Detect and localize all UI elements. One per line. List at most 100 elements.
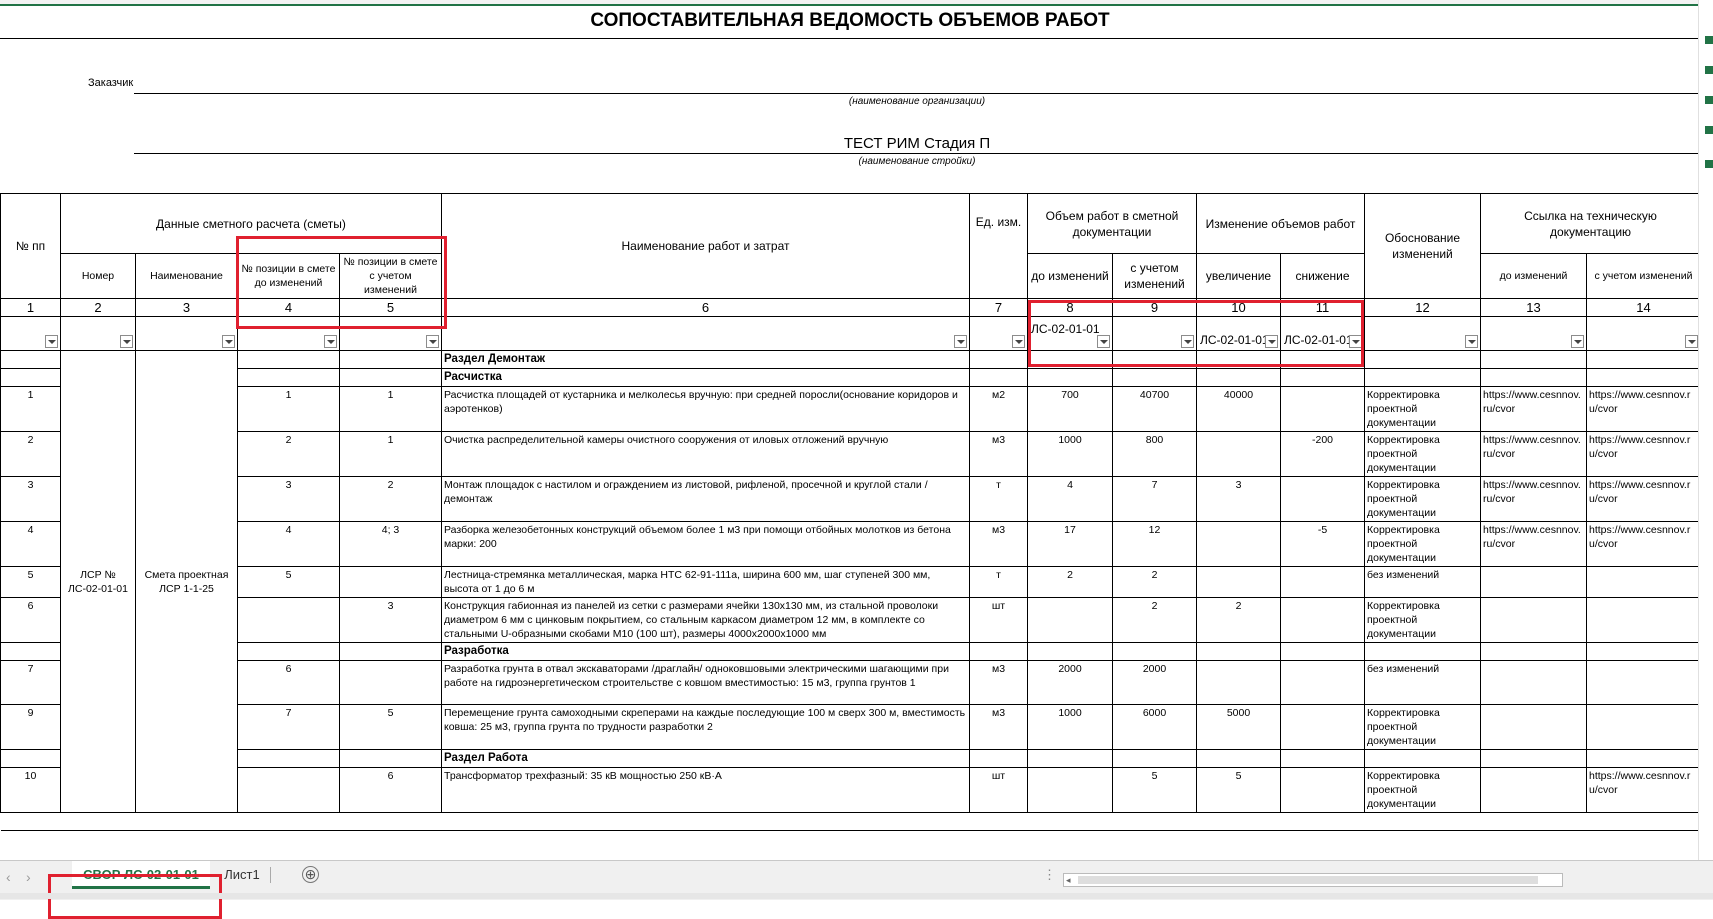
cell-pos-before[interactable]	[237, 350, 340, 369]
cell-empty[interactable]	[1027, 749, 1113, 768]
filter-dropdown-icon[interactable]	[1685, 335, 1698, 348]
section-title[interactable]: Расчистка	[441, 368, 970, 387]
cell-empty[interactable]	[1586, 368, 1701, 387]
cell-tech-after[interactable]	[1586, 566, 1701, 598]
cell-pos-after[interactable]	[339, 660, 442, 705]
cell-pos-before[interactable]: 6	[237, 660, 340, 705]
cell-pos-before[interactable]: 5	[237, 566, 340, 598]
cell-empty[interactable]	[339, 812, 442, 831]
cell-empty[interactable]	[1280, 642, 1365, 661]
filter-dropdown-icon[interactable]	[222, 335, 235, 348]
filter-cell-3[interactable]	[135, 316, 238, 351]
filter-dropdown-icon[interactable]	[1571, 335, 1584, 348]
cell-tech-before[interactable]	[1480, 704, 1587, 750]
cell-pos-after[interactable]: 1	[339, 386, 442, 432]
worksheet[interactable]: СОПОСТАВИТЕЛЬНАЯ ВЕДОМОСТЬ ОБЪЕМОВ РАБОТ…	[0, 0, 1713, 860]
cell-justification[interactable]: Корректировка проектной документации	[1364, 476, 1481, 522]
cell-pos-after[interactable]: 6	[339, 767, 442, 813]
filter-dropdown-icon[interactable]	[1265, 335, 1278, 348]
cell-empty[interactable]	[1280, 350, 1365, 369]
cell-volume-before[interactable]: 1000	[1027, 431, 1113, 477]
cell-unit[interactable]: м3	[969, 660, 1028, 705]
cell-volume-before[interactable]: 4	[1027, 476, 1113, 522]
cell-num[interactable]: 5	[0, 566, 61, 598]
cell-volume-before[interactable]: 700	[1027, 386, 1113, 432]
cell-empty[interactable]	[1586, 749, 1701, 768]
cell-work-name[interactable]: Очистка распределительной камеры очистно…	[441, 431, 970, 477]
filter-cell-4[interactable]	[237, 316, 340, 351]
cell-unit[interactable]: м3	[969, 431, 1028, 477]
filter-cell-10[interactable]: ЛС-02-01-01	[1196, 316, 1281, 351]
cell-empty[interactable]	[1480, 830, 1587, 849]
cell-pos-before[interactable]: 2	[237, 431, 340, 477]
cell-empty[interactable]	[237, 812, 340, 831]
cell-pos-after[interactable]: 1	[339, 431, 442, 477]
cell-pos-after[interactable]	[339, 350, 442, 369]
cell-pos-after[interactable]	[339, 749, 442, 768]
filter-cell-9[interactable]	[1112, 316, 1197, 351]
cell-empty[interactable]	[1364, 830, 1481, 849]
cell-unit[interactable]: т	[969, 476, 1028, 522]
cell-empty[interactable]	[1112, 749, 1197, 768]
cell-volume-after[interactable]: 2000	[1112, 660, 1197, 705]
tab-splitter-icon[interactable]: ⋮	[1043, 867, 1056, 883]
filter-dropdown-icon[interactable]	[324, 335, 337, 348]
cell-unit[interactable]: м3	[969, 704, 1028, 750]
cell-empty[interactable]	[1027, 368, 1113, 387]
cell-empty[interactable]	[1364, 350, 1481, 369]
cell-tech-before[interactable]	[1480, 566, 1587, 598]
cell-tech-after[interactable]	[1586, 597, 1701, 643]
cell-pos-before[interactable]: 3	[237, 476, 340, 522]
cell-estimate-name[interactable]: Смета проектная ЛСР 1-1-25	[135, 350, 238, 813]
cell-tech-before[interactable]: https://www.cesnnov.ru/cvor	[1480, 431, 1587, 477]
cell-empty[interactable]	[1480, 368, 1587, 387]
cell-empty[interactable]	[969, 812, 1028, 831]
filter-dropdown-icon[interactable]	[1349, 335, 1362, 348]
cell-work-name[interactable]: Трансформатор трехфазный: 35 кВ мощность…	[441, 767, 970, 813]
cell-increase[interactable]	[1196, 521, 1281, 567]
cell-empty[interactable]	[1480, 812, 1587, 831]
cell-num[interactable]: 9	[0, 704, 61, 750]
filter-cell-7[interactable]	[969, 316, 1028, 351]
cell-justification[interactable]: Корректировка проектной документации	[1364, 704, 1481, 750]
cell-empty[interactable]	[441, 830, 970, 849]
cell-tech-before[interactable]	[1480, 660, 1587, 705]
cell-empty[interactable]	[1480, 749, 1587, 768]
scroll-left-icon[interactable]: ‹	[6, 869, 11, 885]
cell-decrease[interactable]	[1280, 660, 1365, 705]
cell-work-name[interactable]: Монтаж площадок с настилом и ограждением…	[441, 476, 970, 522]
filter-cell-14[interactable]	[1586, 316, 1701, 351]
filter-dropdown-icon[interactable]	[120, 335, 133, 348]
cell-volume-before[interactable]: 1000	[1027, 704, 1113, 750]
cell-empty[interactable]	[969, 350, 1028, 369]
cell-decrease[interactable]	[1280, 476, 1365, 522]
cell-increase[interactable]	[1196, 566, 1281, 598]
filter-cell-8[interactable]: ЛС-02-01-01	[1027, 316, 1113, 351]
cell-tech-after[interactable]: https://www.cesnnov.ru/cvor	[1586, 386, 1701, 432]
cell-justification[interactable]: Корректировка проектной документации	[1364, 597, 1481, 643]
cell-volume-before[interactable]	[1027, 767, 1113, 813]
cell-decrease[interactable]: -200	[1280, 431, 1365, 477]
section-title[interactable]: Раздел Работа	[441, 749, 970, 768]
cell-volume-after[interactable]: 7	[1112, 476, 1197, 522]
cell-justification[interactable]: Корректировка проектной документации	[1364, 767, 1481, 813]
cell-pos-after[interactable]: 5	[339, 704, 442, 750]
cell-tech-before[interactable]: https://www.cesnnov.ru/cvor	[1480, 521, 1587, 567]
cell-tech-after[interactable]: https://www.cesnnov.ru/cvor	[1586, 431, 1701, 477]
cell-tech-after[interactable]: https://www.cesnnov.ru/cvor	[1586, 767, 1701, 813]
cell-decrease[interactable]	[1280, 597, 1365, 643]
cell-empty[interactable]	[1196, 812, 1281, 831]
cell-work-name[interactable]: Лестница-стремянка металлическая, марка …	[441, 566, 970, 598]
cell-tech-before[interactable]: https://www.cesnnov.ru/cvor	[1480, 386, 1587, 432]
cell-volume-after[interactable]: 12	[1112, 521, 1197, 567]
cell-empty[interactable]	[1027, 830, 1113, 849]
cell-empty[interactable]	[1280, 749, 1365, 768]
cell-justification[interactable]: Корректировка проектной документации	[1364, 386, 1481, 432]
cell-increase[interactable]: 2	[1196, 597, 1281, 643]
cell-pos-before[interactable]: 1	[237, 386, 340, 432]
cell-num[interactable]: 3	[0, 476, 61, 522]
cell-empty[interactable]	[237, 830, 340, 849]
cell-num[interactable]: 10	[0, 767, 61, 813]
cell-unit[interactable]: т	[969, 566, 1028, 598]
cell-volume-before[interactable]: 2000	[1027, 660, 1113, 705]
